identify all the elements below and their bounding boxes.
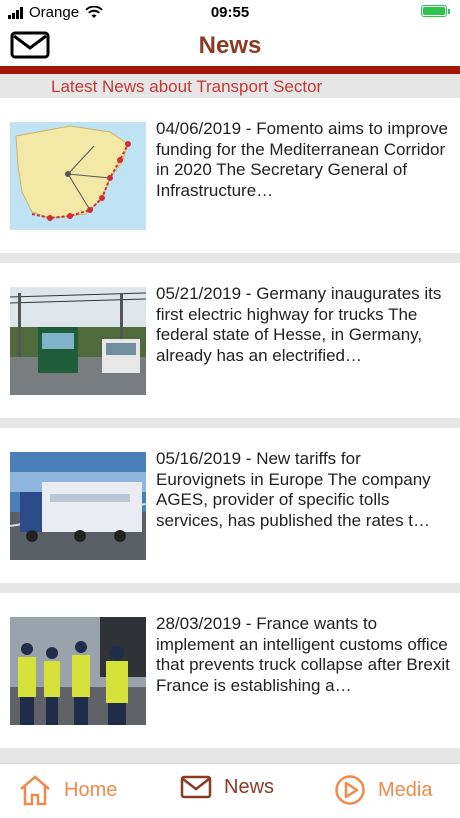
news-headline: 05/16/2019 - New tariffs for Eurovignets… <box>156 449 431 530</box>
play-icon <box>335 775 365 805</box>
news-card[interactable]: 04/06/2019 - Fomento aims to improve fun… <box>0 98 460 253</box>
tab-bar: Home News Media <box>0 763 460 818</box>
nav-bar: News <box>0 26 460 66</box>
news-headline: 04/06/2019 - Fomento aims to improve fun… <box>156 119 448 200</box>
page-title: News <box>198 32 262 59</box>
tab-news-label: News <box>224 775 275 798</box>
tab-media-label: Media <box>378 778 433 801</box>
tab-home[interactable]: Home <box>18 774 117 806</box>
news-headline: 05/21/2019 - Germany inaugurates its fir… <box>156 284 442 365</box>
header-divider <box>0 66 460 74</box>
mail-icon <box>180 775 212 799</box>
news-thumbnail-electric-highway <box>10 287 146 395</box>
status-bar: Orange 09:55 <box>0 0 460 26</box>
tab-home-label: Home <box>64 778 118 801</box>
news-card[interactable]: 05/21/2019 - Germany inaugurates its fir… <box>0 263 460 418</box>
clock: 09:55 <box>210 4 250 21</box>
news-card[interactable]: 28/03/2019 - France wants to implement a… <box>0 593 460 748</box>
news-headline: 28/03/2019 - France wants to implement a… <box>156 614 450 695</box>
section-subheader: Latest News about Transport Sector <box>0 74 460 98</box>
news-thumbnail-map <box>10 122 146 230</box>
news-card[interactable]: 05/16/2019 - New tariffs for Eurovignets… <box>0 428 460 583</box>
news-thumbnail-customs <box>10 617 146 725</box>
battery-icon <box>421 5 450 17</box>
news-thumbnail-truck <box>10 452 146 560</box>
home-icon <box>20 775 50 806</box>
subheader-text: Latest News about Transport Sector <box>51 77 323 96</box>
tab-news[interactable]: News <box>180 774 274 800</box>
tab-media[interactable]: Media <box>334 774 432 806</box>
